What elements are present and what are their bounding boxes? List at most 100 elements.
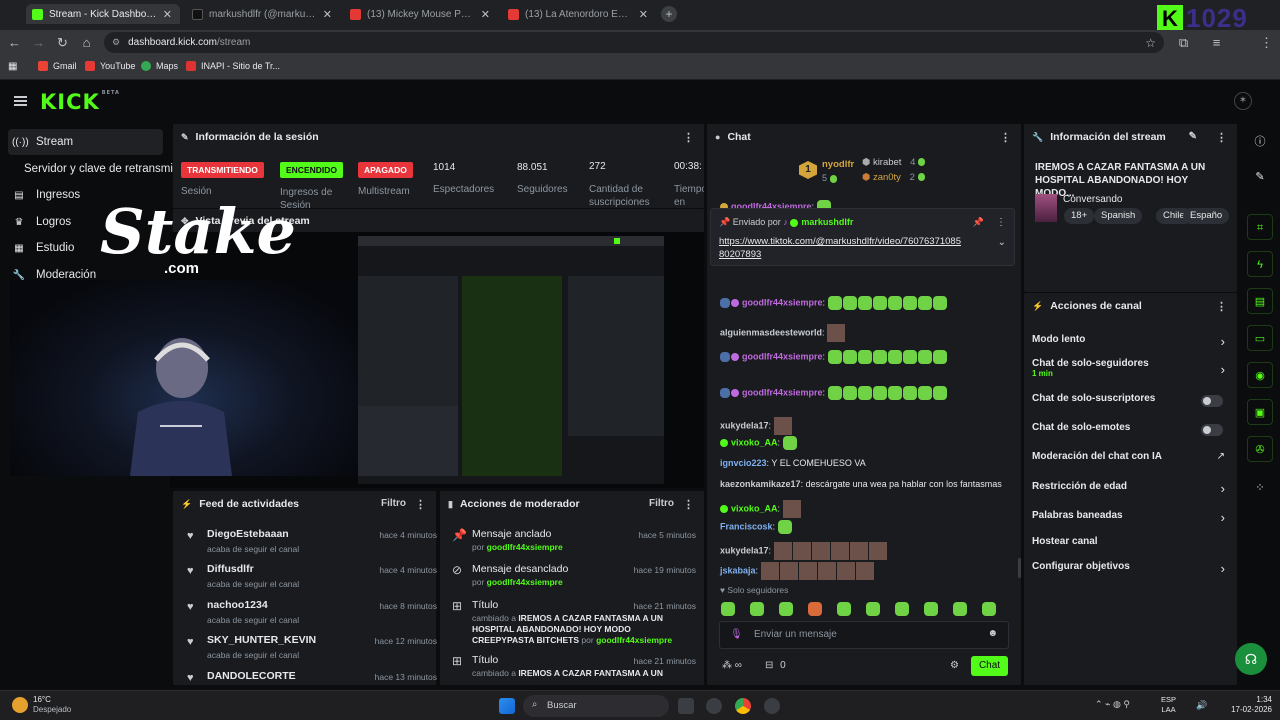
action-host-channel[interactable]: Hostear canal bbox=[1032, 536, 1229, 554]
new-tab-button[interactable]: + bbox=[661, 6, 677, 22]
broadcast-icon[interactable]: ◉ bbox=[1247, 362, 1273, 388]
more-icon[interactable]: ⋮ bbox=[996, 217, 1006, 228]
emote-shortcut[interactable] bbox=[924, 601, 938, 616]
emote-shortcut[interactable] bbox=[808, 601, 822, 616]
start-icon[interactable] bbox=[499, 698, 515, 714]
info-icon[interactable]: ⓘ bbox=[1247, 129, 1273, 155]
emote-shortcut[interactable] bbox=[866, 601, 880, 616]
clock[interactable]: 1:34 17-02-2026 bbox=[1222, 695, 1272, 715]
media-icon[interactable] bbox=[764, 698, 780, 714]
chat-username[interactable]: kaezonkamikaze17 bbox=[720, 479, 801, 489]
tag[interactable]: 18+ bbox=[1064, 208, 1095, 224]
more-icon[interactable]: ⋮ bbox=[415, 498, 426, 511]
pinned-link[interactable]: https://www.tiktok.com/@markushdlfr/vide… bbox=[719, 235, 961, 261]
emote-shortcut[interactable] bbox=[982, 601, 996, 616]
address-bar[interactable]: ⚙ dashboard.kick.com/stream ☆ bbox=[104, 32, 1164, 53]
tag[interactable]: Españo bbox=[1183, 208, 1230, 224]
chat-username[interactable]: goodlfr44xsiempre bbox=[742, 351, 823, 361]
back-icon[interactable]: ← bbox=[6, 34, 23, 51]
chat-bubble-icon[interactable]: ▭ bbox=[1247, 325, 1273, 351]
chat-username[interactable]: jskabaja bbox=[720, 565, 756, 575]
more-icon[interactable]: ⋮ bbox=[1258, 34, 1275, 51]
filter-button[interactable]: Filtro bbox=[381, 498, 406, 509]
chevron-down-icon[interactable]: ⌄ bbox=[998, 237, 1006, 248]
chat-scrollbar[interactable] bbox=[1018, 558, 1021, 578]
task-view-icon[interactable] bbox=[678, 698, 694, 714]
chat-username[interactable]: goodlfr44xsiempre bbox=[742, 297, 823, 307]
apps-icon[interactable]: ▦ bbox=[8, 61, 17, 72]
browser-tab-youtube-1[interactable]: (13) Mickey Mouse PERTURBA ✕ bbox=[344, 4, 498, 24]
emote-shortcut[interactable] bbox=[721, 601, 735, 616]
weather-icon[interactable] bbox=[12, 697, 28, 713]
tray-icons[interactable]: ⌃ ⌁ ◍ ⚲ bbox=[1095, 699, 1130, 710]
action-ai-moderation[interactable]: Moderación del chat con IA ↗ bbox=[1032, 451, 1229, 469]
support-button[interactable]: ☊ bbox=[1235, 643, 1267, 675]
top-gifter-2[interactable]: ⬢ kirabet 4 bbox=[862, 157, 926, 168]
top-gifter-3[interactable]: ⬢ zan0ty 2 bbox=[862, 172, 926, 183]
chrome-icon[interactable] bbox=[735, 698, 751, 714]
unpin-icon[interactable]: 📌 bbox=[973, 217, 984, 228]
edit-icon[interactable]: ✎ bbox=[1247, 164, 1273, 190]
chat-username[interactable]: xukydela17 bbox=[720, 545, 769, 555]
reload-icon[interactable]: ↻ bbox=[54, 34, 71, 51]
chat-input[interactable]: 🎙 Enviar un mensaje ☻ bbox=[719, 621, 1009, 649]
extensions-icon[interactable]: ⧉ bbox=[1175, 34, 1192, 51]
app-icon[interactable] bbox=[706, 698, 722, 714]
chat-username[interactable]: vixoko_AA bbox=[731, 503, 778, 513]
star-icon[interactable]: ☆ bbox=[1145, 36, 1156, 50]
action-goals[interactable]: Configurar objetivos › bbox=[1032, 561, 1229, 579]
bookmark-inapi[interactable]: INAPI - Sitio de Tr... bbox=[186, 61, 280, 71]
emote-shortcut[interactable] bbox=[750, 601, 764, 616]
emote-shortcut[interactable] bbox=[837, 601, 851, 616]
chat-username[interactable]: vixoko_AA bbox=[731, 437, 778, 447]
bookmark-maps[interactable]: Maps bbox=[141, 61, 178, 71]
emoji-icon[interactable]: ☻ bbox=[987, 628, 998, 639]
chat-username[interactable]: xukydela17 bbox=[720, 420, 769, 430]
mic-icon[interactable]: 🎙 bbox=[730, 629, 743, 640]
emote-shortcut[interactable] bbox=[895, 601, 909, 616]
chat-username[interactable]: alguienmasdeesteworld bbox=[720, 327, 822, 337]
emotes-only-toggle[interactable] bbox=[1201, 424, 1223, 436]
wrench-icon[interactable]: ✇ bbox=[1247, 436, 1273, 462]
send-chat-button[interactable]: Chat bbox=[971, 656, 1008, 676]
category-name[interactable]: Conversando bbox=[1063, 194, 1122, 205]
subs-only-toggle[interactable] bbox=[1201, 395, 1223, 407]
action-slow-mode[interactable]: Modo lento › bbox=[1032, 334, 1229, 352]
kick-logo[interactable]: KICK BETA bbox=[40, 90, 120, 114]
edit-icon[interactable]: ✎ bbox=[1189, 131, 1197, 142]
action-followers-only[interactable]: Chat de solo-seguidores 1 min › bbox=[1032, 358, 1229, 382]
document-icon[interactable]: ▤ bbox=[1247, 288, 1273, 314]
filter-button[interactable]: Filtro bbox=[649, 498, 674, 509]
tag[interactable]: Spanish bbox=[1094, 208, 1143, 224]
close-icon[interactable]: ✕ bbox=[323, 8, 332, 21]
volume-icon[interactable]: 🔊 bbox=[1196, 700, 1207, 711]
expand-icon[interactable]: ⌗ bbox=[1247, 214, 1273, 240]
avatar[interactable]: ✶ bbox=[1234, 92, 1252, 110]
action-banned-words[interactable]: Palabras baneadas › bbox=[1032, 510, 1229, 528]
mod-icon[interactable]: ▣ bbox=[1247, 399, 1273, 425]
gear-icon[interactable]: ⚙ bbox=[950, 660, 959, 671]
more-icon[interactable]: ⋮ bbox=[1216, 300, 1227, 313]
action-age-restriction[interactable]: Restricción de edad › bbox=[1032, 481, 1229, 499]
browser-tab-kick[interactable]: Stream - Kick Dashboard ✕ bbox=[26, 4, 180, 24]
chat-username[interactable]: Franciscosk bbox=[720, 521, 773, 531]
more-icon[interactable]: ⋮ bbox=[683, 498, 694, 511]
more-icon[interactable]: ⋮ bbox=[1216, 131, 1227, 144]
browser-tab-youtube-2[interactable]: (13) La Atenordoro Exploración ✕ bbox=[502, 4, 656, 24]
language-indicator[interactable]: ESP LAA bbox=[1161, 695, 1176, 715]
menu-icon[interactable]: ≡ bbox=[1208, 34, 1225, 51]
bookmark-gmail[interactable]: Gmail bbox=[38, 61, 77, 71]
chat-username[interactable]: ignvcio223 bbox=[720, 458, 767, 468]
close-icon[interactable]: ✕ bbox=[163, 8, 172, 21]
close-icon[interactable]: ✕ bbox=[481, 8, 490, 21]
emote-shortcut[interactable] bbox=[953, 601, 967, 616]
more-icon[interactable]: ⋮ bbox=[1000, 131, 1011, 144]
more-icon[interactable]: ⋮ bbox=[683, 131, 694, 144]
site-info-icon[interactable]: ⚙ bbox=[112, 37, 120, 48]
emote-shortcut[interactable] bbox=[779, 601, 793, 616]
browser-tab-tiktok[interactable]: markushdlfr (@markushdlfr) | ✕ bbox=[186, 4, 340, 24]
sidebar-item-server-key[interactable]: Servidor y clave de retransmisión bbox=[8, 156, 178, 182]
close-icon[interactable]: ✕ bbox=[639, 8, 648, 21]
chat-username[interactable]: goodlfr44xsiempre bbox=[742, 387, 823, 397]
bookmark-youtube[interactable]: YouTube bbox=[85, 61, 135, 71]
